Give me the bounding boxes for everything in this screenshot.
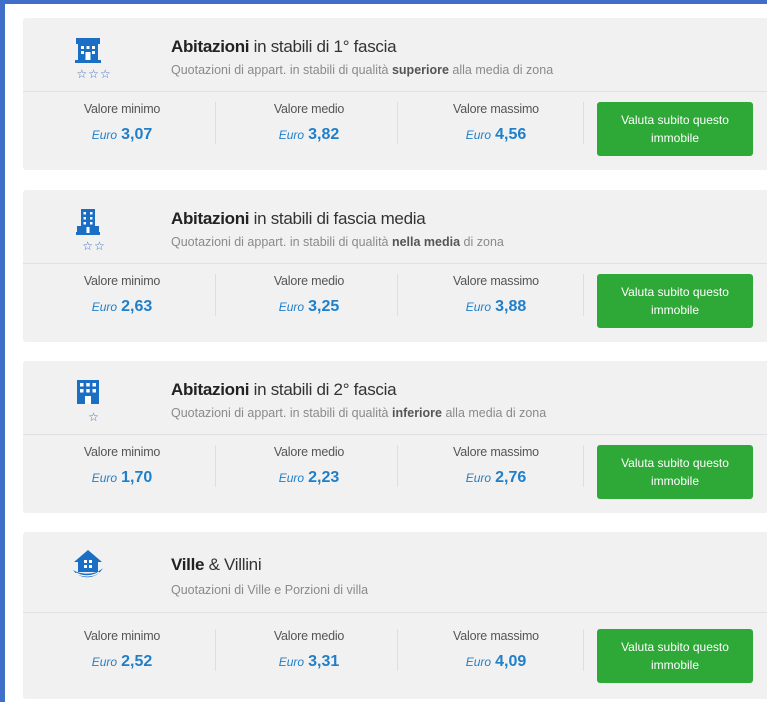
card-header: ☆☆☆ Abitazioni in stabili di 1° fascia Q…	[23, 18, 767, 92]
avg-value-cell: Valore medio Euro 3,25	[216, 264, 402, 342]
valuta-immobile-button[interactable]: Valuta subito questo immobile	[597, 445, 753, 499]
max-label: Valore massimo	[453, 445, 539, 459]
max-value-cell: Valore massimo Euro 4,09	[403, 619, 589, 697]
card-title: Abitazioni in stabili di fascia media	[171, 209, 426, 228]
min-value-cell: Valore minimo Euro 1,70	[29, 435, 215, 513]
card-header: ☆ Abitazioni in stabili di 2° fascia Quo…	[23, 361, 767, 435]
divider	[397, 274, 398, 316]
avg-label: Valore medio	[273, 445, 345, 459]
max-label: Valore massimo	[453, 102, 539, 116]
avg-value: Euro 3,82	[278, 126, 340, 143]
avg-value: Euro 3,31	[278, 653, 340, 670]
card-subtitle: Quotazioni di Ville e Porzioni di villa	[171, 583, 369, 597]
max-label: Valore massimo	[453, 274, 539, 288]
card-header: ☆☆ Abitazioni in stabili di fascia media…	[23, 190, 767, 264]
avg-label: Valore medio	[273, 102, 345, 116]
avg-value-cell: Valore medio Euro 2,23	[216, 435, 402, 513]
villa-icon	[73, 550, 103, 578]
min-label: Valore minimo	[83, 102, 161, 116]
divider	[583, 274, 584, 316]
card-header: Ville & Villini Quotazioni di Ville e Po…	[23, 532, 767, 613]
avg-label: Valore medio	[273, 274, 345, 288]
card-values: Valore minimo Euro 1,70 Valore medio Euro…	[23, 435, 767, 513]
min-label: Valore minimo	[83, 629, 161, 643]
divider	[583, 445, 584, 487]
min-value-cell: Valore minimo Euro 2,63	[29, 264, 215, 342]
min-value: Euro 1,70	[91, 469, 153, 486]
min-label: Valore minimo	[83, 445, 161, 459]
rating-stars: ☆☆	[82, 239, 106, 253]
divider	[583, 102, 584, 144]
card-values: Valore minimo Euro 2,63 Valore medio Euro…	[23, 264, 767, 342]
divider	[397, 445, 398, 487]
card-subtitle: Quotazioni di appart. in stabili di qual…	[171, 406, 547, 420]
building-fascia1-icon	[75, 38, 101, 63]
valuta-immobile-button[interactable]: Valuta subito questo immobile	[597, 274, 753, 328]
min-value-cell: Valore minimo Euro 3,07	[29, 92, 215, 170]
avg-label: Valore medio	[273, 629, 345, 643]
max-value-cell: Valore massimo Euro 2,76	[403, 435, 589, 513]
min-value: Euro 3,07	[91, 126, 153, 143]
max-value: Euro 4,09	[465, 653, 527, 670]
card-ville: Ville & Villini Quotazioni di Ville e Po…	[23, 532, 767, 699]
card-values: Valore minimo Euro 3,07 Valore medio Euro…	[23, 92, 767, 170]
min-label: Valore minimo	[83, 274, 161, 288]
max-value: Euro 3,88	[465, 298, 527, 315]
card-subtitle: Quotazioni di appart. in stabili di qual…	[171, 63, 554, 77]
max-value: Euro 2,76	[465, 469, 527, 486]
max-value-cell: Valore massimo Euro 3,88	[403, 264, 589, 342]
avg-value: Euro 3,25	[278, 298, 340, 315]
valuta-immobile-button[interactable]: Valuta subito questo immobile	[597, 629, 753, 683]
rating-stars: ☆	[88, 410, 100, 424]
divider	[397, 102, 398, 144]
page-frame: ☆☆☆ Abitazioni in stabili di 1° fascia Q…	[0, 0, 767, 702]
divider	[583, 629, 584, 671]
building-fascia2-icon	[77, 380, 99, 404]
card-values: Valore minimo Euro 2,52 Valore medio Euro…	[23, 613, 767, 699]
max-value-cell: Valore massimo Euro 4,56	[403, 92, 589, 170]
building-media-icon	[76, 209, 100, 235]
min-value: Euro 2,63	[91, 298, 153, 315]
valuta-immobile-button[interactable]: Valuta subito questo immobile	[597, 102, 753, 156]
avg-value-cell: Valore medio Euro 3,31	[216, 619, 402, 697]
avg-value: Euro 2,23	[278, 469, 340, 486]
card-title: Abitazioni in stabili di 2° fascia	[171, 380, 397, 399]
card-fascia-2: ☆ Abitazioni in stabili di 2° fascia Quo…	[23, 361, 767, 513]
card-fascia-media: ☆☆ Abitazioni in stabili di fascia media…	[23, 190, 767, 342]
card-title: Ville & Villini	[171, 555, 262, 574]
card-fascia-1: ☆☆☆ Abitazioni in stabili di 1° fascia Q…	[23, 18, 767, 170]
min-value-cell: Valore minimo Euro 2,52	[29, 619, 215, 697]
min-value: Euro 2,52	[91, 653, 153, 670]
divider	[397, 629, 398, 671]
max-value: Euro 4,56	[465, 126, 527, 143]
max-label: Valore massimo	[453, 629, 539, 643]
card-title: Abitazioni in stabili di 1° fascia	[171, 37, 397, 56]
avg-value-cell: Valore medio Euro 3,82	[216, 92, 402, 170]
card-subtitle: Quotazioni di appart. in stabili di qual…	[171, 235, 504, 249]
rating-stars: ☆☆☆	[76, 67, 112, 81]
